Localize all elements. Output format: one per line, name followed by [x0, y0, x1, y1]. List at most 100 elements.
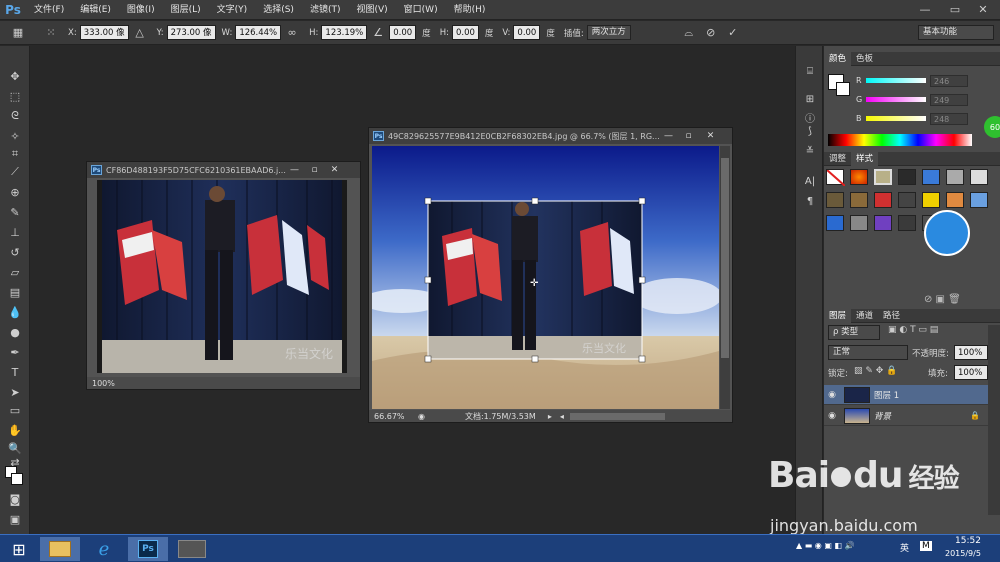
marquee-tool-icon[interactable]: ⬚: [5, 88, 25, 104]
style-swatch[interactable]: [826, 215, 844, 231]
scroll-left-icon[interactable]: ◂: [560, 412, 564, 421]
warp-icon[interactable]: ⌓: [681, 25, 697, 41]
transform-handle[interactable]: [424, 355, 432, 363]
menu-edit[interactable]: 编辑(E): [72, 0, 119, 20]
lock-icons[interactable]: ▨ ✎ ✥ 🔒: [854, 366, 897, 376]
scroll-arrow-icon[interactable]: ▸: [548, 412, 552, 421]
brush-preset-icon[interactable]: ⟆: [802, 124, 818, 138]
g-slider[interactable]: [866, 97, 926, 102]
path-select-icon[interactable]: ➤: [5, 384, 25, 400]
style-swatch[interactable]: [946, 169, 964, 185]
style-swatch[interactable]: [850, 215, 868, 231]
doc-right-close[interactable]: ✕: [703, 130, 718, 142]
crop-tool-icon[interactable]: ⌗: [5, 146, 25, 162]
doc-right-canvas[interactable]: 乐当文化 ✛: [372, 146, 719, 409]
style-swatch[interactable]: [922, 192, 940, 208]
b-slider[interactable]: [866, 116, 926, 121]
workspace-select[interactable]: 基本功能: [918, 25, 994, 40]
tab-styles[interactable]: 样式: [851, 151, 879, 166]
pen-tool-icon[interactable]: ✒: [5, 344, 25, 360]
doc-info-icon[interactable]: ◉: [418, 412, 425, 421]
file-explorer-icon[interactable]: [40, 537, 80, 561]
layer-name[interactable]: 背景: [874, 410, 891, 422]
menu-view[interactable]: 视图(V): [348, 0, 395, 20]
style-swatch[interactable]: [946, 192, 964, 208]
doc-right-minimize[interactable]: —: [661, 130, 676, 142]
hskew-field[interactable]: 0.00: [451, 25, 479, 40]
healing-brush-icon[interactable]: ⊕: [5, 184, 25, 200]
history-icon[interactable]: ⌸: [802, 64, 818, 78]
style-swatch[interactable]: [826, 192, 844, 208]
b-value[interactable]: 248: [930, 113, 968, 125]
menu-image[interactable]: 图像(I): [119, 0, 163, 20]
vertical-scrollbar[interactable]: [720, 146, 730, 409]
move-tool-icon[interactable]: ✥: [5, 68, 25, 84]
document-window-right[interactable]: Ps 49C829625577E9B412E0CB2F68302EB4.jpg …: [368, 127, 733, 423]
style-swatch[interactable]: [922, 169, 940, 185]
style-swatch[interactable]: [898, 169, 916, 185]
document-window-left[interactable]: Ps CF86D488193F5D75CFC6210361EBAAD6.j...…: [86, 161, 361, 390]
vskew-field[interactable]: 0.00: [513, 25, 541, 40]
doc-right-maximize[interactable]: ▫: [681, 130, 696, 142]
properties-icon[interactable]: ⊞: [802, 92, 818, 106]
menu-file[interactable]: 文件(F): [26, 0, 72, 20]
eraser-icon[interactable]: ▱: [5, 264, 25, 280]
panel-footer-icons[interactable]: ⊘ ▣ 🗑: [924, 294, 961, 305]
menu-window[interactable]: 窗口(W): [396, 0, 446, 20]
adjustment-sliders-icon[interactable]: ≚: [802, 144, 818, 158]
menu-select[interactable]: 选择(S): [255, 0, 302, 20]
transform-handle[interactable]: [638, 276, 646, 284]
maximize-button[interactable]: ▭: [940, 0, 970, 18]
relative-position-icon[interactable]: △: [132, 25, 148, 41]
transform-handle[interactable]: [424, 197, 432, 205]
transform-handle[interactable]: [531, 355, 539, 363]
style-swatch[interactable]: [874, 169, 892, 185]
image-viewer-icon[interactable]: [172, 537, 212, 561]
magic-wand-icon[interactable]: ✧: [5, 128, 25, 144]
brush-tool-icon[interactable]: ✎: [5, 204, 25, 220]
g-value[interactable]: 249: [930, 94, 968, 106]
style-swatch[interactable]: [874, 215, 892, 231]
internet-explorer-icon[interactable]: ℯ: [84, 537, 124, 561]
menu-layer[interactable]: 图层(L): [163, 0, 209, 20]
commit-transform-icon[interactable]: ✓: [725, 25, 741, 41]
blur-tool-icon[interactable]: 💧: [5, 304, 25, 320]
doc-left-minimize[interactable]: —: [287, 164, 302, 176]
lasso-tool-icon[interactable]: ᘓ: [5, 108, 25, 124]
minimize-button[interactable]: —: [910, 0, 940, 18]
style-swatch[interactable]: [970, 192, 988, 208]
screen-mode-icon[interactable]: ▣: [5, 511, 25, 527]
doc-left-canvas[interactable]: 乐当文化: [97, 180, 347, 373]
transform-center-icon[interactable]: ✛: [530, 278, 539, 289]
transform-handle[interactable]: [531, 197, 539, 205]
layer-row-selected[interactable]: ◉ 图层 1: [824, 385, 988, 405]
info-icon[interactable]: ⓘ: [802, 110, 818, 125]
transform-handle[interactable]: [638, 197, 646, 205]
tab-channels[interactable]: 通道: [851, 309, 878, 323]
horizontal-scroll-thumb[interactable]: [569, 412, 665, 420]
eye-icon[interactable]: ◉: [824, 411, 840, 421]
doc-left-maximize[interactable]: ▫: [307, 164, 322, 176]
clock-time[interactable]: 15:52: [955, 536, 981, 546]
clock-date[interactable]: 2015/9/5: [945, 549, 981, 558]
doc-left-zoom[interactable]: 100%: [92, 379, 115, 388]
clone-stamp-icon[interactable]: ⊥: [5, 224, 25, 240]
dodge-tool-icon[interactable]: ●: [5, 324, 25, 340]
tab-paths[interactable]: 路径: [878, 309, 905, 323]
style-swatch[interactable]: [970, 169, 988, 185]
photoshop-taskbar-icon[interactable]: Ps: [128, 537, 168, 561]
quick-mask-icon[interactable]: ◙: [5, 491, 25, 507]
link-icon[interactable]: ∞: [284, 25, 300, 41]
angle-field[interactable]: 0.00: [389, 25, 417, 40]
style-swatch[interactable]: [850, 192, 868, 208]
paragraph-icon[interactable]: ¶: [802, 194, 818, 208]
layer-name[interactable]: 图层 1: [874, 389, 899, 401]
tab-adjustments[interactable]: 调整: [824, 152, 851, 166]
style-swatch[interactable]: [898, 192, 916, 208]
opacity-field[interactable]: 100%: [954, 345, 988, 360]
w-field[interactable]: 126.44%: [235, 25, 282, 40]
doc-right-titlebar[interactable]: Ps 49C829625577E9B412E0CB2F68302EB4.jpg …: [369, 128, 732, 144]
layer-filter-icons[interactable]: ▣ ◐ T ▭ ▤: [888, 325, 938, 335]
x-field[interactable]: 333.00 像: [79, 25, 129, 40]
type-tool-icon[interactable]: T: [5, 364, 25, 380]
